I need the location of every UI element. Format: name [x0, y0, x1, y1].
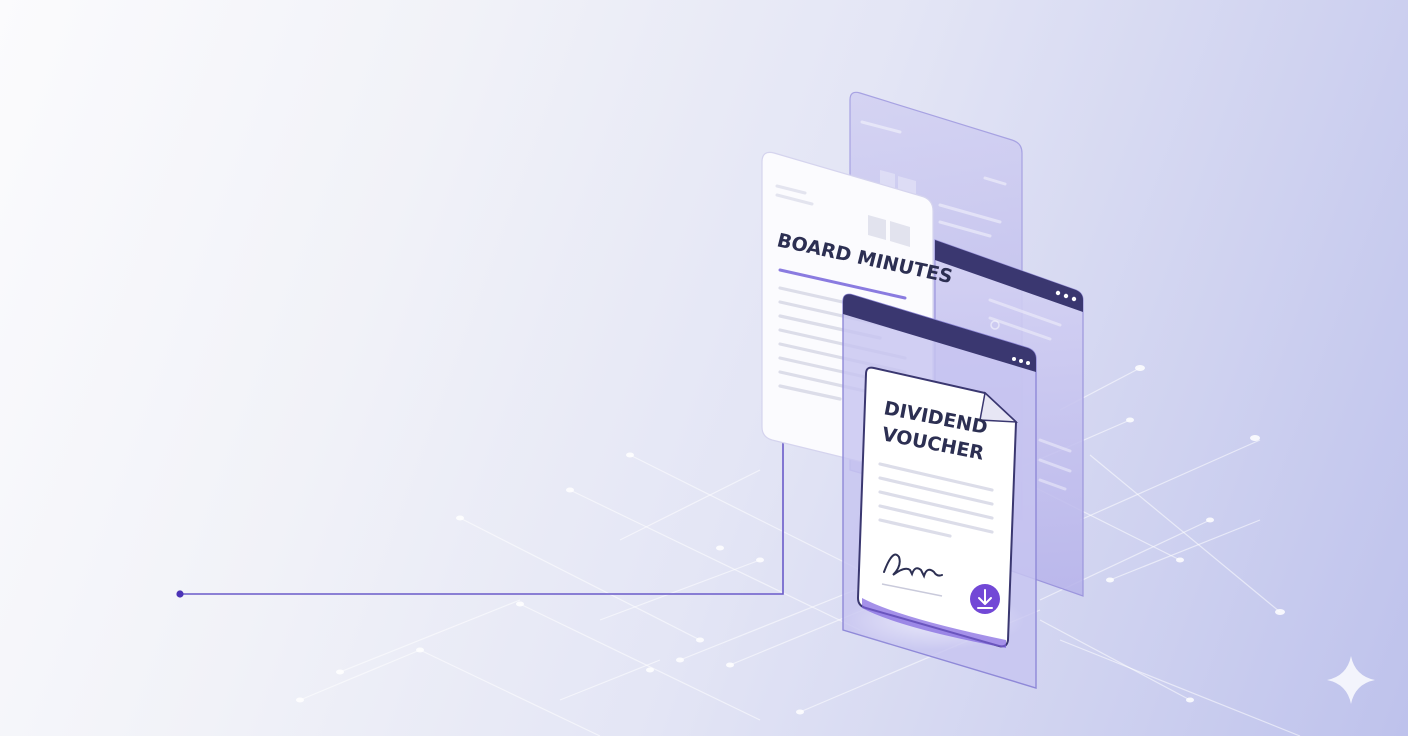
dividend-voucher-document: DIVIDEND VOUCHER	[856, 366, 1019, 648]
sparkle-icon	[1327, 656, 1375, 704]
connector-line	[176, 434, 787, 598]
illustration-scene: BOARD MINUTES DIVIDEND VOUCHER	[176, 91, 1375, 736]
download-icon[interactable]	[970, 584, 1000, 614]
